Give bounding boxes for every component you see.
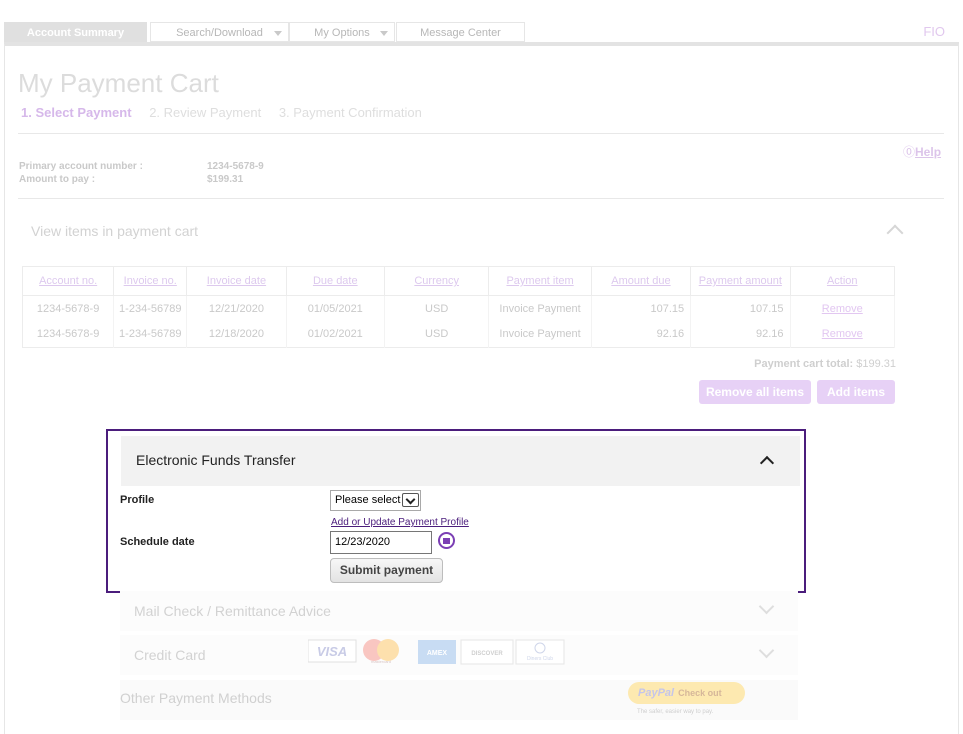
help-icon: ⓪ [903,145,916,159]
card-label: DISCOVER [471,651,503,657]
profile-select-value: Please select [335,494,401,506]
tab-my-options[interactable]: My Options [289,22,395,42]
visa-icon: VISA [308,639,357,663]
amex-icon: AMEX [418,640,456,664]
step-payment-confirmation: 3. Payment Confirmation [278,105,422,120]
column-header[interactable]: Action [789,266,895,296]
remove-all-items-button[interactable]: Remove all items [699,380,811,404]
tab-account-summary[interactable]: Account Summary [4,22,147,42]
chevron-down-icon [402,493,419,507]
table-header-row: Account no. Invoice no. Invoice date Due… [21,266,895,296]
column-header[interactable]: Invoice no. [113,266,188,296]
cart-total: Payment cart total: $199.31 [754,358,896,370]
tab-message-center[interactable]: Message Center [396,22,525,42]
profile-label: Profile [120,494,155,506]
help-label: Help [915,145,942,159]
paypal-logo-icon: PayPal [638,687,675,699]
tab-label: Message Center [420,27,501,39]
other-payment-methods-panel: Other Payment Methods PayPal Check out Th… [120,680,798,720]
profile-select[interactable]: Please select [330,490,421,511]
card-label: mastercard [371,659,391,664]
cart-total-value: $199.31 [856,358,896,370]
table-row: 1234-5678-9 1-234-56789 12/18/2020 01/02… [22,321,895,348]
table-cell: USD [384,295,490,322]
discover-icon: DISCOVER [460,639,514,665]
tab-label: Account Summary [26,27,125,39]
paypal-checkout-button[interactable]: PayPal Check out [628,682,745,704]
card-label: VISA [317,644,347,659]
calendar-icon[interactable] [438,532,455,549]
remove-link[interactable]: Remove [790,295,895,322]
divider [18,133,944,134]
eft-panel-title: Electronic Funds Transfer [136,452,296,468]
chevron-down-icon [274,31,282,36]
credit-card-title: Credit Card [134,647,206,663]
top-navigation: Account Summary Search/Download My Optio… [4,22,959,46]
diners-club-icon: Diners Club [515,639,565,665]
column-header[interactable]: Payment amount [690,266,791,296]
cart-total-label: Payment cart total: [754,358,854,370]
table-cell: 12/18/2020 [186,321,287,348]
submit-payment-button[interactable]: Submit payment [330,558,443,583]
tab-search-download[interactable]: Search/Download [150,22,289,42]
table-cell: 1-234-56789 [113,295,188,322]
table-cell: 1234-5678-9 [22,321,115,348]
amount-to-pay-label: Amount to pay : [19,174,96,185]
help-link[interactable]: ⓪Help [903,143,941,160]
column-header[interactable]: Due date [285,266,385,296]
add-update-payment-profile-link[interactable]: Add or Update Payment Profile [331,517,469,528]
tab-label: Search/Download [176,27,263,39]
table-cell: 107.15 [591,295,692,322]
eft-panel-header[interactable]: Electronic Funds Transfer [121,436,800,486]
table-cell: 12/21/2020 [186,295,287,322]
other-payment-methods-title: Other Payment Methods [120,690,272,706]
column-header[interactable]: Currency [383,266,490,296]
schedule-date-input[interactable]: 12/23/2020 [330,531,432,554]
schedule-date-label: Schedule date [120,536,195,548]
chevron-up-icon[interactable] [759,455,775,471]
table-cell: USD [384,321,490,348]
mastercard-icon: mastercard [363,639,399,664]
cart-section-title[interactable]: View items in payment cart [31,223,198,239]
table-cell: 92.16 [591,321,692,348]
column-header[interactable]: Amount due [590,266,692,296]
table-cell: 92.16 [690,321,791,348]
page-title: My Payment Cart [18,68,219,98]
mail-check-title: Mail Check / Remittance Advice [134,603,331,619]
credit-card-panel[interactable]: Credit Card VISA mastercard AMEX DISCOVE… [120,635,798,675]
amount-to-pay-value: $199.31 [207,174,244,185]
table-cell: 1234-5678-9 [22,295,115,322]
table-cell: 107.15 [690,295,791,322]
step-indicator: 1. Select Payment 2. Review Payment 3. P… [21,105,436,120]
cart-table: Account no. Invoice no. Invoice date Due… [21,266,895,348]
card-label: AMEX [427,650,448,657]
step-select-payment: 1. Select Payment [21,105,132,120]
paypal-tagline: The safer, easier way to pay. [637,709,714,715]
table-cell: 01/05/2021 [286,295,385,322]
divider [18,198,944,199]
chevron-down-icon[interactable] [758,642,775,659]
column-header[interactable]: Invoice date [186,266,287,296]
user-code[interactable]: FIO [923,24,945,39]
table-row: 1234-5678-9 1-234-56789 12/21/2020 01/05… [22,295,895,322]
column-header[interactable]: Account no. [21,266,115,296]
chevron-down-icon[interactable] [758,598,775,615]
table-cell: 01/02/2021 [286,321,385,348]
table-cell: Invoice Payment [488,321,592,348]
paypal-checkout-label: Check out [678,688,722,698]
remove-link[interactable]: Remove [790,321,895,348]
mail-check-panel[interactable]: Mail Check / Remittance Advice [120,591,798,631]
column-header[interactable]: Payment item [488,266,592,296]
add-items-button[interactable]: Add items [817,380,895,404]
tab-label: My Options [314,27,370,39]
card-label: Diners Club [527,656,553,662]
table-cell: Invoice Payment [488,295,592,322]
step-review-payment: 2. Review Payment [149,105,262,120]
chevron-down-icon [380,31,388,36]
primary-account-value: 1234-5678-9 [207,161,264,172]
eft-panel: Electronic Funds Transfer Profile Please… [106,429,806,593]
card-logos: VISA mastercard AMEX DISCOVER Diners Clu… [308,639,565,665]
primary-account-label: Primary account number : [19,161,143,172]
table-cell: 1-234-56789 [113,321,188,348]
